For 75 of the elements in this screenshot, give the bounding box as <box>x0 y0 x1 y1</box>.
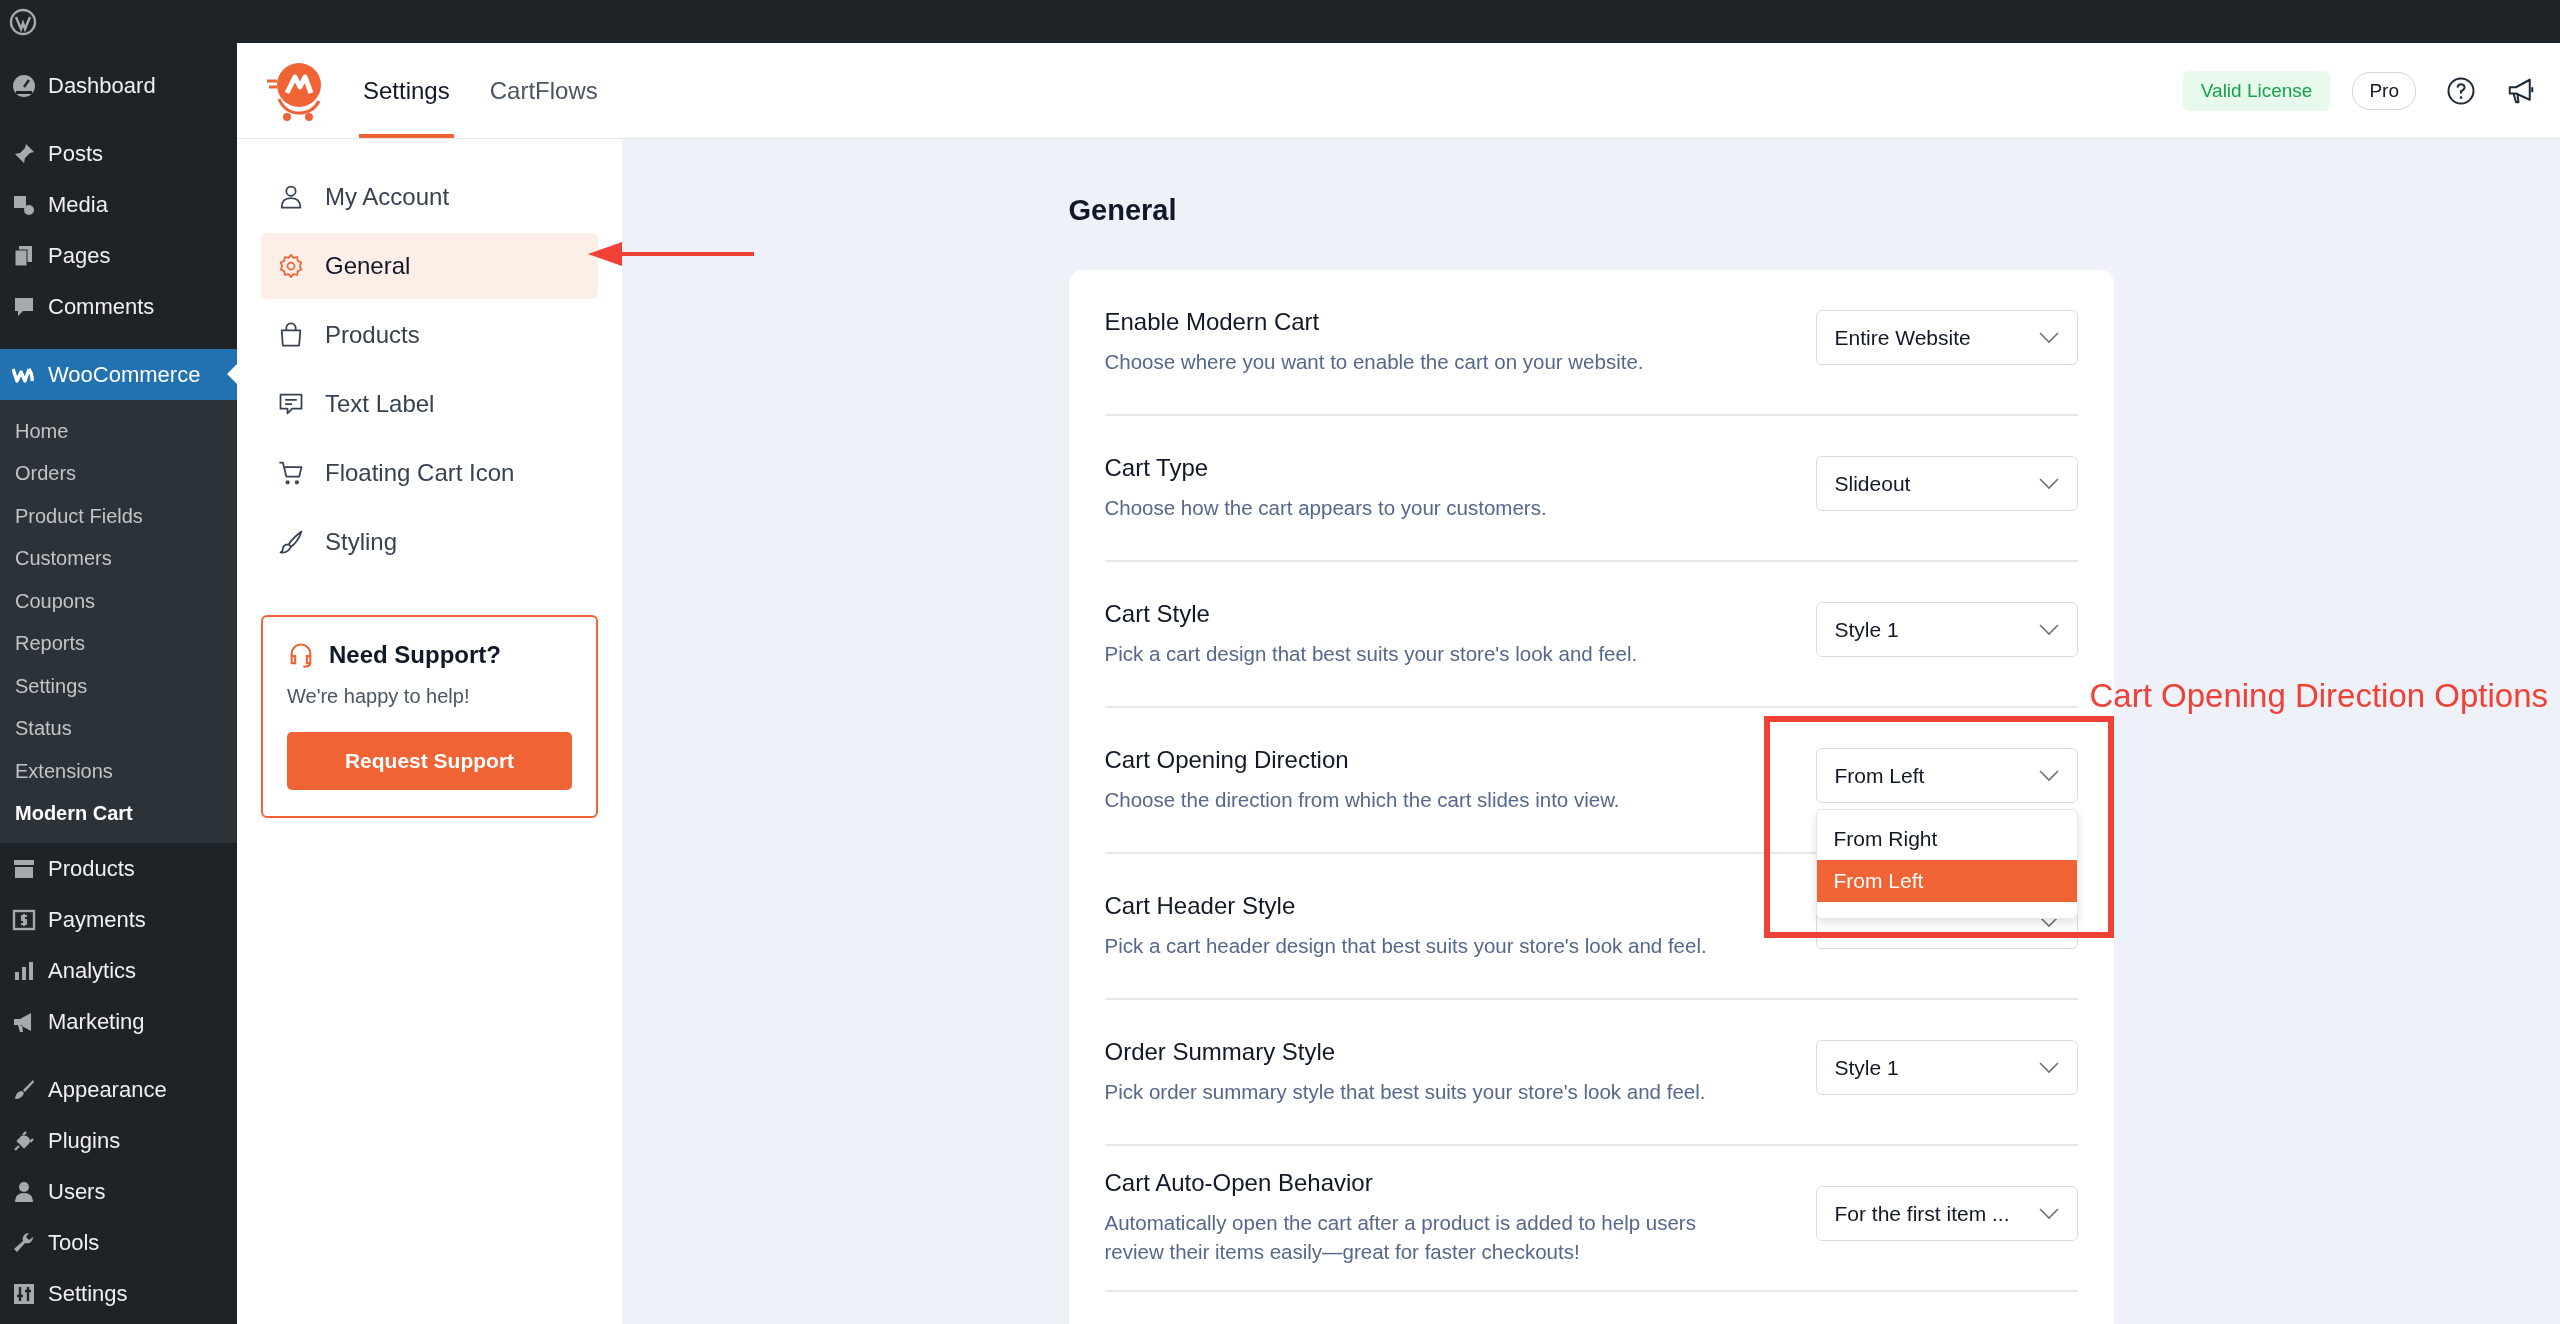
admin-menu-item[interactable]: Settings <box>0 1268 237 1319</box>
setting-label: Enable Modern Cart <box>1104 307 1321 336</box>
select-dropdown[interactable]: For the first item ... <box>1815 1186 2078 1241</box>
setting-description: Pick order summary style that best suits your store's look and feel. <box>1104 1078 1707 1105</box>
setting-label: Cart Auto-Open Behavior <box>1104 1169 1374 1198</box>
submenu-item[interactable]: Coupons <box>0 580 237 623</box>
admin-menu-item[interactable]: Analytics <box>0 945 237 996</box>
admin-menu-item[interactable]: Posts <box>0 128 237 179</box>
setting-label: Cart Header Style <box>1104 891 1297 920</box>
support-title: Need Support? <box>329 641 501 669</box>
admin-menu-item[interactable]: WooCommerce <box>0 349 237 400</box>
support-text: We're happy to help! <box>287 685 471 708</box>
chevron-down-icon <box>2038 477 2059 490</box>
admin-menu-item[interactable]: Media <box>0 179 237 230</box>
select-dropdown[interactable]: Style 1 <box>1815 602 2078 657</box>
cart-icon <box>277 459 305 487</box>
chevron-down-icon <box>2038 623 2059 636</box>
settings-nav-item[interactable]: General <box>261 233 598 299</box>
settings-nav-item[interactable]: Styling <box>261 509 598 575</box>
user-icon <box>12 1179 36 1204</box>
submenu-item[interactable]: Home <box>0 410 237 453</box>
select-dropdown[interactable]: Entire Website <box>1815 310 2078 365</box>
setting-description: Pick a cart header design that best suits your store's look and feel. <box>1104 932 1708 959</box>
gauge-icon <box>12 73 36 98</box>
annotation-text: Cart Opening Direction Options <box>2089 677 2549 715</box>
chevron-down-icon <box>2038 769 2059 782</box>
submenu-item[interactable]: Orders <box>0 452 237 495</box>
sliders-icon <box>12 1281 36 1306</box>
admin-menu-item[interactable]: Plugins <box>0 1115 237 1166</box>
setting-description: Choose where you want to enable the cart on your website. <box>1104 348 1645 375</box>
admin-menu-item[interactable]: Pages <box>0 230 237 281</box>
submenu-item[interactable]: Product Fields <box>0 495 237 538</box>
setting-description: Choose how the cart appears to your customers. <box>1104 494 1548 521</box>
chevron-down-icon <box>2038 1207 2059 1220</box>
select-dropdown[interactable]: Slideout <box>1815 456 2078 511</box>
select-dropdown[interactable]: From Left <box>1815 748 2078 803</box>
gear-icon <box>277 252 305 280</box>
submenu-item[interactable]: Customers <box>0 537 237 580</box>
nav-tab[interactable]: CartFlows <box>485 43 602 138</box>
setting-description: Choose the direction from which the cart slides into view. <box>1104 786 1621 813</box>
page-title: General <box>1068 194 1178 227</box>
admin-menu-item[interactable]: Products <box>0 843 237 894</box>
plan-badge: Pro <box>2352 71 2416 110</box>
admin-menu-item[interactable]: Appearance <box>0 1064 237 1115</box>
submenu-item[interactable]: Status <box>0 707 237 750</box>
setting-description: Automatically open the cart after a product is added to help users review their items easily—great for faster checkouts! <box>1104 1210 1697 1265</box>
chevron-down-icon <box>2038 331 2059 344</box>
submenu-item[interactable]: Reports <box>0 622 237 665</box>
setting-label: Cart Opening Direction <box>1104 745 1350 774</box>
settings-nav-item[interactable]: My Account <box>261 164 598 230</box>
admin-menu-item[interactable]: Payments <box>0 894 237 945</box>
dropdown-option[interactable]: From Right <box>1816 818 2077 860</box>
brush-icon <box>277 528 305 556</box>
setting-label: Order Summary Style <box>1104 1037 1337 1066</box>
settings-nav-item[interactable]: Floating Cart Icon <box>261 440 598 506</box>
plug-icon <box>12 1128 36 1153</box>
admin-menu-item[interactable]: Dashboard <box>0 60 237 111</box>
admin-menu-item[interactable]: Comments <box>0 281 237 332</box>
setting-label: Cart Style <box>1104 599 1211 628</box>
settings-nav-item[interactable]: Products <box>261 302 598 368</box>
admin-menu-item[interactable]: Tools <box>0 1217 237 1268</box>
submenu-item[interactable]: Modern Cart <box>0 792 237 835</box>
submenu-item[interactable]: Extensions <box>0 750 237 793</box>
license-badge: Valid License <box>2182 70 2331 111</box>
select-dropdown[interactable]: Style 1 <box>1815 1040 2078 1095</box>
help-icon[interactable] <box>2446 75 2476 106</box>
submenu-item[interactable]: Settings <box>0 665 237 708</box>
dollar-card-icon <box>12 907 36 932</box>
admin-menu-item[interactable]: Users <box>0 1166 237 1217</box>
chevron-down-icon <box>2038 1061 2059 1074</box>
admin-menu-item[interactable]: Marketing <box>0 996 237 1047</box>
setting-label: Cart Type <box>1104 453 1210 482</box>
wordpress-logo-icon[interactable] <box>8 6 38 37</box>
setting-description: Pick a cart design that best suits your store's look and feel. <box>1104 640 1639 667</box>
settings-nav-item[interactable]: Text Label <box>261 371 598 437</box>
